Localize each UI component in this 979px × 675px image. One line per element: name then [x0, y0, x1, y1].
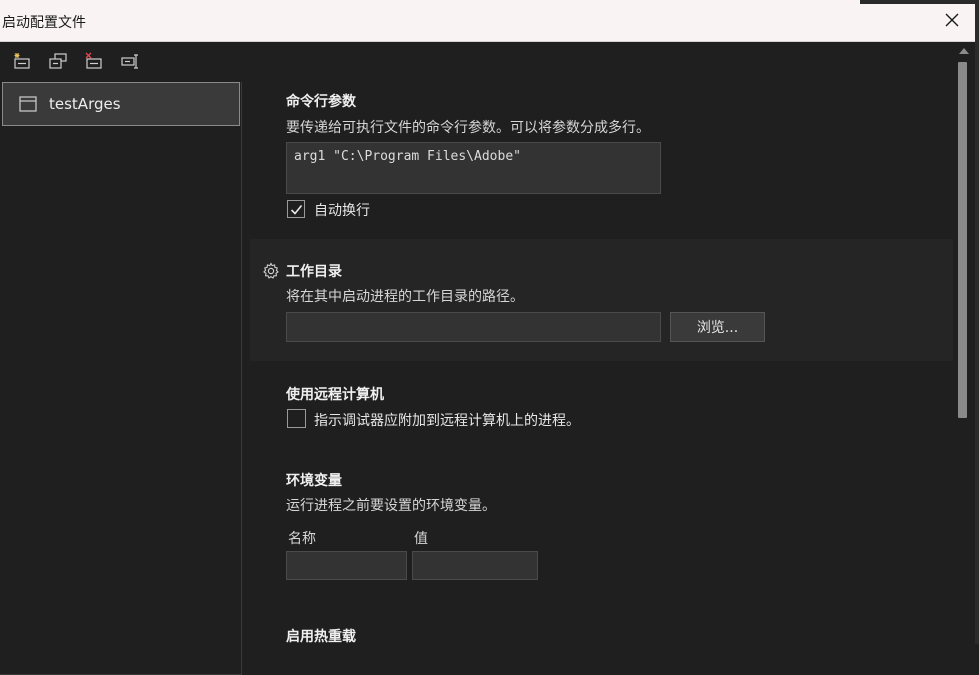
- working-dir-title: 工作目录: [286, 264, 342, 280]
- check-icon: [290, 204, 302, 215]
- new-profile-button[interactable]: [10, 50, 34, 72]
- copy-profile-icon: [49, 53, 67, 69]
- hot-reload-title: 启用热重载: [286, 629, 356, 645]
- rename-profile-button[interactable]: [118, 50, 142, 72]
- delete-profile-icon: [85, 52, 102, 69]
- env-col-name: 名称: [288, 531, 316, 547]
- profile-window-icon: [19, 96, 37, 112]
- working-dir-input[interactable]: [286, 312, 661, 342]
- browse-button[interactable]: 浏览...: [670, 312, 765, 342]
- working-dir-section: 工作目录 将在其中启动进程的工作目录的路径。 浏览...: [250, 239, 953, 361]
- profile-item-label: testArges: [49, 95, 121, 113]
- auto-wrap-label: 自动换行: [314, 203, 370, 219]
- profile-item-testarges[interactable]: testArges: [2, 82, 240, 126]
- env-description: 运行进程之前要设置的环境变量。: [286, 498, 496, 514]
- command-args-description: 要传递给可执行文件的命令行参数。可以将参数分成多行。: [286, 120, 650, 136]
- profile-pane: testArges: [0, 42, 250, 675]
- gear-icon: [263, 262, 279, 279]
- vertical-scrollbar[interactable]: [953, 42, 975, 644]
- profile-toolbar: [10, 50, 142, 72]
- remote-checkbox-label: 指示调试器应附加到远程计算机上的进程。: [314, 413, 580, 429]
- command-args-value: arg1 "C:\Program Files\Adobe": [294, 149, 521, 164]
- scroll-thumb[interactable]: [958, 62, 967, 418]
- command-args-input[interactable]: arg1 "C:\Program Files\Adobe": [286, 142, 661, 194]
- env-col-value: 值: [414, 531, 428, 547]
- env-title: 环境变量: [286, 473, 342, 489]
- remote-section: 使用远程计算机 指示调试器应附加到远程计算机上的进程。: [250, 362, 953, 452]
- background-window-edge: [860, 0, 975, 4]
- new-profile-icon: [14, 53, 30, 69]
- scroll-up-arrow-icon[interactable]: [959, 48, 969, 54]
- close-icon: [945, 13, 959, 27]
- command-args-title: 命令行参数: [286, 94, 356, 110]
- auto-wrap-checkbox[interactable]: [287, 200, 305, 218]
- command-args-section: 命令行参数 要传递给可执行文件的命令行参数。可以将参数分成多行。 arg1 "C…: [250, 42, 953, 238]
- profile-list: testArges: [0, 82, 242, 675]
- delete-profile-button[interactable]: [82, 50, 106, 72]
- close-button[interactable]: [938, 6, 966, 34]
- working-dir-description: 将在其中启动进程的工作目录的路径。: [286, 289, 524, 305]
- title-bar: 启动配置文件: [0, 0, 975, 42]
- window-edge: [975, 0, 979, 644]
- env-name-input[interactable]: [286, 551, 407, 580]
- rename-profile-icon: [121, 54, 138, 69]
- copy-profile-button[interactable]: [46, 50, 70, 72]
- working-dir-value: [287, 313, 660, 325]
- remote-title: 使用远程计算机: [286, 387, 384, 403]
- settings-pane: 命令行参数 要传递给可执行文件的命令行参数。可以将参数分成多行。 arg1 "C…: [250, 42, 953, 645]
- remote-checkbox[interactable]: [287, 409, 306, 428]
- env-value-input[interactable]: [412, 551, 538, 580]
- hot-reload-section: 启用热重载: [250, 612, 953, 645]
- env-section: 环境变量 运行进程之前要设置的环境变量。 名称 值: [250, 452, 953, 612]
- window-title: 启动配置文件: [2, 15, 86, 31]
